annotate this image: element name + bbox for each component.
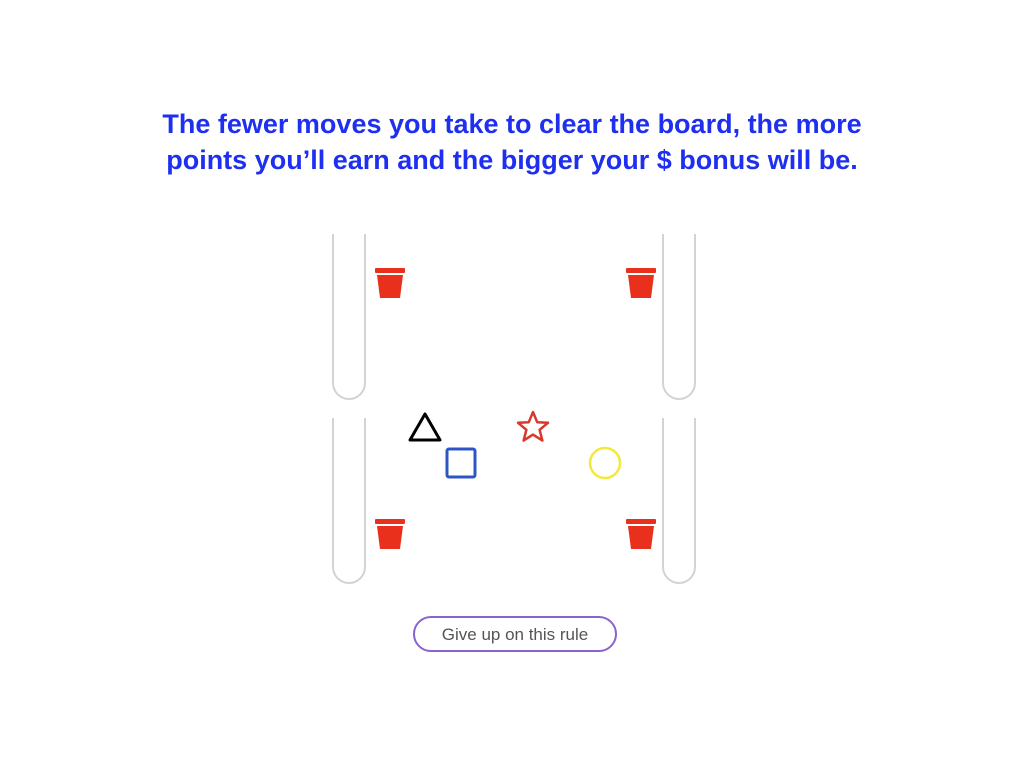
instruction-text: The fewer moves you take to clear the bo… xyxy=(0,106,1024,178)
bucket-icon xyxy=(375,519,405,549)
star-piece-icon[interactable] xyxy=(515,409,551,445)
game-stage: The fewer moves you take to clear the bo… xyxy=(0,0,1024,768)
bucket-icon xyxy=(626,519,656,549)
tube-top-left xyxy=(332,234,366,400)
triangle-piece-icon[interactable] xyxy=(406,410,444,444)
instruction-line-1: The fewer moves you take to clear the bo… xyxy=(162,109,862,139)
bucket-icon xyxy=(626,268,656,298)
tube-top-right xyxy=(662,234,696,400)
circle-piece-icon[interactable] xyxy=(587,445,623,481)
instruction-line-2: points you’ll earn and the bigger your $… xyxy=(166,145,858,175)
square-piece-icon[interactable] xyxy=(444,446,478,480)
bucket-icon xyxy=(375,268,405,298)
tube-bottom-right xyxy=(662,418,696,584)
give-up-button[interactable]: Give up on this rule xyxy=(413,616,617,652)
tube-bottom-left xyxy=(332,418,366,584)
